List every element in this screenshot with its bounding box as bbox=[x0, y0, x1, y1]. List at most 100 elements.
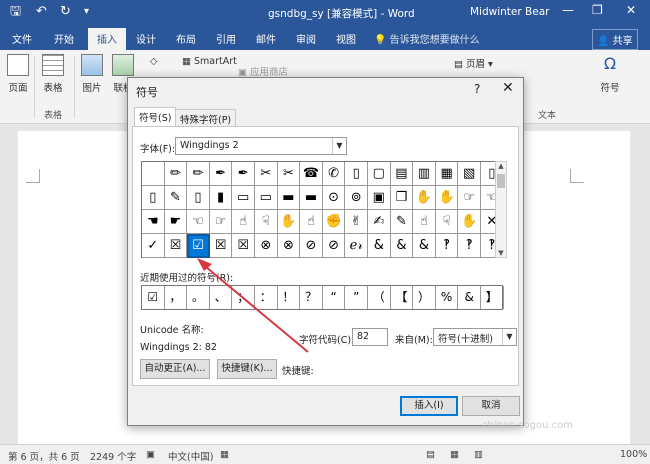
symbol-cell[interactable]: ✋ bbox=[413, 186, 436, 210]
symbol-cell[interactable]: ⊘ bbox=[300, 234, 323, 258]
tab-design[interactable]: 设计 bbox=[136, 31, 156, 46]
symbol-cell[interactable]: & bbox=[413, 234, 436, 258]
symbol-cell[interactable]: ☞ bbox=[458, 186, 481, 210]
recent-symbol-cell[interactable]: “ bbox=[323, 286, 346, 309]
table-button[interactable]: 表格 bbox=[38, 54, 68, 94]
recent-symbol-cell[interactable]: 、 bbox=[210, 286, 233, 309]
print-layout-icon[interactable]: ▦ bbox=[450, 449, 459, 460]
recent-symbol-cell[interactable]: ！ bbox=[278, 286, 301, 309]
symbol-cell[interactable]: ▭ bbox=[232, 186, 255, 210]
symbol-cell[interactable]: ✋ bbox=[435, 186, 459, 210]
symbol-cell[interactable]: ☝ bbox=[232, 210, 255, 234]
symbol-cell[interactable]: ▭ bbox=[255, 186, 278, 210]
app-store-button[interactable]: ▣ 应用商店 bbox=[238, 64, 288, 78]
recent-symbol-cell[interactable]: ” bbox=[345, 286, 368, 309]
close-window-button[interactable]: ✕ bbox=[626, 3, 636, 17]
autocorrect-button[interactable]: 自动更正(A)... bbox=[140, 359, 210, 379]
symbol-cell[interactable]: ▬ bbox=[300, 186, 323, 210]
symbol-cell[interactable]: ℯ𝓇 bbox=[345, 234, 368, 258]
recent-symbol-cell[interactable]: ； bbox=[232, 286, 255, 309]
tell-me-input[interactable]: 💡 告诉我您想要做什么 bbox=[374, 31, 480, 46]
tab-insert[interactable]: 插入 bbox=[88, 28, 126, 50]
symbol-cell[interactable]: ▯ bbox=[187, 186, 210, 210]
symbol-cell[interactable]: ☒ bbox=[209, 234, 233, 258]
symbol-cell[interactable]: ☚ bbox=[142, 210, 165, 234]
symbol-cell[interactable]: ☒ bbox=[232, 234, 255, 258]
symbol-cell[interactable]: ✏ bbox=[164, 162, 188, 186]
save-icon[interactable]: 🖫 bbox=[10, 4, 21, 20]
symbol-cell[interactable]: ✆ bbox=[322, 162, 346, 186]
recent-symbols[interactable]: ☑，。、；：！？ “” （【）% &】 bbox=[141, 285, 504, 310]
symbol-cell[interactable]: ✋ bbox=[277, 210, 301, 234]
symbol-cell[interactable]: ⊗ bbox=[277, 234, 301, 258]
shortcut-key-button[interactable]: 快捷键(K)... bbox=[217, 359, 277, 379]
symbol-cell[interactable]: ▥ bbox=[413, 162, 436, 186]
symbol-cell[interactable]: ▯ bbox=[345, 162, 368, 186]
scroll-thumb[interactable] bbox=[497, 174, 505, 188]
macro-icon[interactable]: ▦ bbox=[220, 449, 229, 460]
shapes-icon[interactable]: ◇ bbox=[150, 56, 157, 67]
symbol-cell[interactable]: ✂ bbox=[255, 162, 278, 186]
symbol-cell[interactable]: ✌ bbox=[345, 210, 368, 234]
smartart-button[interactable]: ▦ SmartArt bbox=[182, 56, 237, 67]
redo-icon[interactable]: ↻ bbox=[60, 4, 71, 20]
char-code-field[interactable]: 82 bbox=[352, 328, 388, 346]
symbol-cell[interactable]: ▬ bbox=[277, 186, 301, 210]
language[interactable]: 中文(中国) bbox=[168, 449, 213, 463]
symbol-cell[interactable]: & bbox=[368, 234, 391, 258]
symbol-cell[interactable]: ✏ bbox=[187, 162, 210, 186]
restore-button[interactable]: ❐ bbox=[592, 3, 603, 17]
symbol-cell[interactable]: ‽ bbox=[435, 234, 459, 258]
tab-view[interactable]: 视图 bbox=[336, 31, 356, 46]
symbol-cell[interactable]: ☝ bbox=[413, 210, 436, 234]
proofing-icon[interactable]: ▣ bbox=[146, 449, 155, 460]
recent-symbol-cell[interactable]: ： bbox=[255, 286, 278, 309]
minimize-button[interactable]: — bbox=[562, 3, 574, 17]
grid-scrollbar[interactable]: ▲ ▼ bbox=[495, 161, 507, 258]
recent-symbol-cell[interactable]: ， bbox=[165, 286, 188, 309]
symbol-cell[interactable]: ❒ bbox=[390, 186, 414, 210]
header-button[interactable]: ▤ 页眉 ▾ bbox=[454, 56, 493, 70]
symbol-cell[interactable]: ☞ bbox=[209, 210, 233, 234]
symbol-cell[interactable]: ▣ bbox=[368, 186, 391, 210]
symbol-cell[interactable]: ▯ bbox=[142, 186, 165, 210]
tab-layout[interactable]: 布局 bbox=[176, 31, 196, 46]
symbol-cell[interactable]: ✋ bbox=[458, 210, 481, 234]
tab-symbols[interactable]: 符号(S) bbox=[134, 107, 177, 127]
recent-symbol-cell[interactable]: % bbox=[436, 286, 459, 309]
symbol-cell[interactable]: ☝ bbox=[300, 210, 323, 234]
scroll-down-icon[interactable]: ▼ bbox=[496, 249, 506, 257]
recent-symbol-cell[interactable]: ？ bbox=[300, 286, 323, 309]
symbol-cell[interactable] bbox=[142, 162, 165, 186]
recent-symbol-cell[interactable]: ） bbox=[413, 286, 436, 309]
tab-references[interactable]: 引用 bbox=[216, 31, 236, 46]
page-count[interactable]: 第 6 页，共 6 页 bbox=[8, 449, 80, 463]
symbol-cell[interactable]: ✒ bbox=[232, 162, 255, 186]
tab-home[interactable]: 开始 bbox=[54, 31, 74, 46]
recent-symbol-cell[interactable]: ☑ bbox=[142, 286, 165, 309]
symbol-cell[interactable]: ⊗ bbox=[255, 234, 278, 258]
recent-symbol-cell[interactable]: & bbox=[458, 286, 481, 309]
word-count[interactable]: 2249 个字 bbox=[90, 449, 136, 463]
symbol-cell[interactable]: ✊ bbox=[322, 210, 346, 234]
picture-button[interactable]: 图片 bbox=[78, 54, 106, 94]
symbol-cell[interactable]: ✂ bbox=[277, 162, 301, 186]
symbol-cell[interactable]: ⊘ bbox=[322, 234, 346, 258]
pages-button[interactable]: 页面 bbox=[4, 54, 32, 94]
tab-special-characters[interactable]: 特殊字符(P) bbox=[175, 109, 237, 127]
scroll-up-icon[interactable]: ▲ bbox=[496, 162, 506, 170]
web-layout-icon[interactable]: ▥ bbox=[474, 449, 483, 460]
symbol-cell[interactable]: ⊚ bbox=[345, 186, 368, 210]
recent-symbol-cell[interactable]: （ bbox=[368, 286, 391, 309]
symbol-cell[interactable]: ‽ bbox=[458, 234, 481, 258]
symbol-cell[interactable]: ⊙ bbox=[322, 186, 346, 210]
symbol-cell[interactable]: ☟ bbox=[435, 210, 459, 234]
symbol-cell[interactable]: ✓ bbox=[142, 234, 165, 258]
symbol-cell[interactable]: ☎ bbox=[300, 162, 323, 186]
from-select[interactable]: 符号(十进制) ▼ bbox=[433, 328, 517, 346]
symbol-cell[interactable]: ☑ bbox=[187, 234, 210, 258]
tab-review[interactable]: 审阅 bbox=[296, 31, 316, 46]
symbol-cell[interactable]: ▮ bbox=[209, 186, 233, 210]
user-name[interactable]: Midwinter Bear bbox=[470, 6, 549, 18]
read-mode-icon[interactable]: ▤ bbox=[426, 449, 435, 460]
